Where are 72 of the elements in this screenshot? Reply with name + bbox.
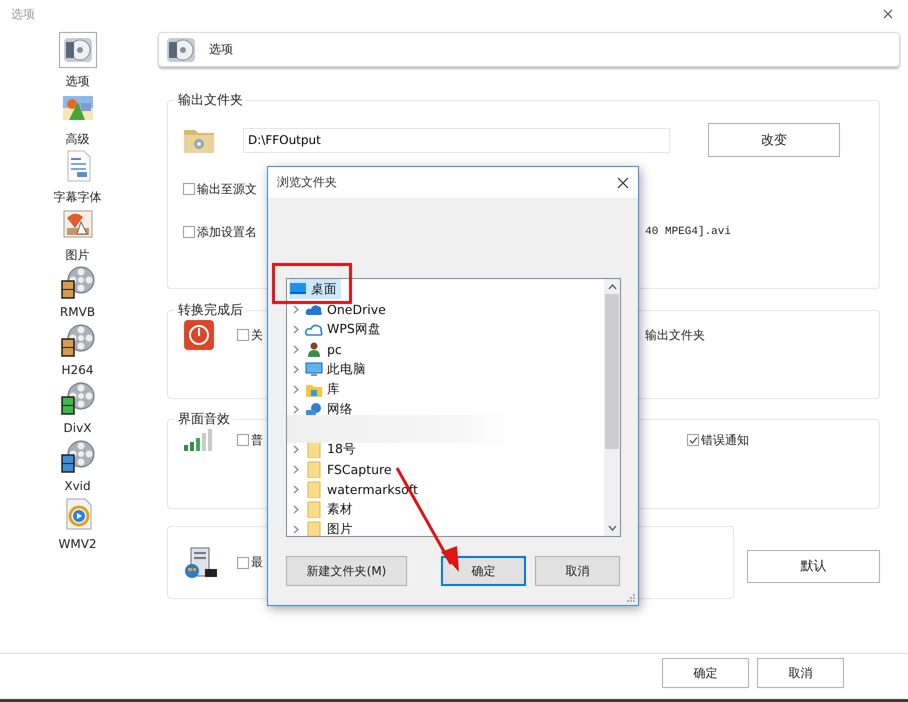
film-reel-icon xyxy=(60,323,96,357)
tree-item[interactable]: 18号 xyxy=(305,439,360,459)
tree-item[interactable]: 网络 xyxy=(305,399,357,419)
sidebar-item[interactable]: 高级 xyxy=(38,90,118,148)
checkbox-label: 普 xyxy=(251,432,263,448)
sidebar-item[interactable]: 图片 xyxy=(38,206,118,264)
scrollbar[interactable] xyxy=(604,279,620,536)
sidebar-item[interactable]: WMV2 xyxy=(38,496,118,554)
tree-item[interactable]: FSCapture xyxy=(305,459,396,479)
folder-icon xyxy=(305,480,323,498)
sidebar-item[interactable]: 选项 xyxy=(38,32,118,90)
scroll-down-icon xyxy=(608,525,616,531)
default-button[interactable]: 默认 xyxy=(747,550,880,582)
checkbox[interactable] xyxy=(237,556,249,568)
sidebar-item[interactable]: RMVB xyxy=(38,264,118,322)
filename-text: 40 MPEG4].avi xyxy=(645,226,731,238)
network-icon xyxy=(305,400,323,418)
power-icon xyxy=(183,319,215,351)
sidebar-item[interactable]: 字幕字体 xyxy=(38,148,118,206)
server-windows-icon xyxy=(183,546,217,578)
checkbox-label: 添加设置名 xyxy=(197,224,257,240)
film-reel-icon xyxy=(60,381,96,415)
tree-item[interactable]: 桌面 xyxy=(289,279,341,299)
tree-item[interactable]: OneDrive xyxy=(305,299,390,319)
computer-icon xyxy=(305,360,323,378)
check-icon xyxy=(688,436,698,444)
sidebar-item[interactable]: Xvid xyxy=(38,438,118,496)
dialog-button[interactable]: 确定 xyxy=(441,556,526,586)
film-reel-icon xyxy=(60,265,96,299)
group-title: 输出文件夹 xyxy=(177,92,244,109)
user-icon xyxy=(305,340,323,358)
dialog-button[interactable]: 新建文件夹(M) xyxy=(286,556,407,586)
folder-icon xyxy=(305,460,323,478)
group-title: 转换完成后 xyxy=(177,302,244,319)
tree-item[interactable]: 此电脑 xyxy=(305,359,370,379)
folder-icon xyxy=(305,440,323,458)
close-icon xyxy=(883,9,893,19)
scroll-up-icon xyxy=(608,284,616,290)
tree-item[interactable]: 素材 xyxy=(305,499,357,519)
tree-item[interactable]: 库 xyxy=(305,379,344,399)
tree-item[interactable]: pc xyxy=(305,339,346,359)
header-title: 选项 xyxy=(209,41,233,58)
photo-icon xyxy=(60,208,94,240)
film-reel-icon xyxy=(60,439,96,473)
window-title: 选项 xyxy=(11,6,35,22)
tree-item[interactable]: 图片 xyxy=(305,519,357,536)
checkbox[interactable] xyxy=(183,183,195,195)
checkbox-label: 关 xyxy=(251,326,263,344)
close-icon xyxy=(617,176,629,188)
sidebar-item[interactable]: DivX xyxy=(38,380,118,438)
option-label: 输出文件夹 xyxy=(645,326,705,344)
group-title: 界面音效 xyxy=(177,411,231,428)
footer-button[interactable]: 确定 xyxy=(662,658,749,688)
folder-icon xyxy=(305,520,323,536)
dialog-title: 浏览文件夹 xyxy=(277,174,337,191)
checkbox-label: 输出至源文 xyxy=(197,180,257,198)
checkbox[interactable] xyxy=(237,434,249,446)
scroll-thumb[interactable] xyxy=(605,294,619,449)
checkbox-label: 错误通知 xyxy=(701,432,749,448)
checkbox[interactable] xyxy=(237,329,249,341)
footer-button[interactable]: 取消 xyxy=(757,658,844,688)
checkbox-label: 最 xyxy=(251,554,263,571)
checkbox[interactable] xyxy=(183,226,195,238)
signal-bars-icon xyxy=(183,428,215,452)
folder-icon xyxy=(305,500,323,518)
change-button[interactable]: 改变 xyxy=(708,123,840,157)
dialog-button[interactable]: 取消 xyxy=(535,556,620,586)
resize-grip-icon xyxy=(627,594,635,602)
tree-item[interactable]: WPS网盘 xyxy=(305,319,385,339)
sidebar-item[interactable]: H264 xyxy=(38,322,118,380)
checkbox[interactable] xyxy=(687,434,699,446)
path-field[interactable]: D:\FFOutput xyxy=(243,128,670,152)
